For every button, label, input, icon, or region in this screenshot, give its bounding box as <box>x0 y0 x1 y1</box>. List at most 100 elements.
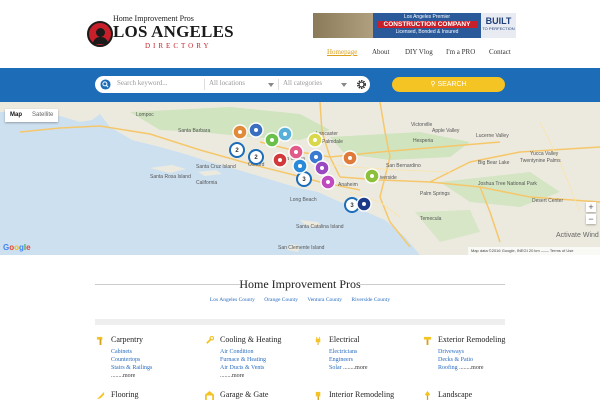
hammer-icon <box>96 336 103 345</box>
category-garage-gate: Garage & Gate <box>205 390 310 400</box>
svg-text:San Clemente Island: San Clemente Island <box>278 245 325 251</box>
svg-text:Temecula: Temecula <box>420 216 442 222</box>
category-link[interactable]: Furnace & Heating <box>220 356 310 364</box>
svg-text:California: California <box>196 180 217 186</box>
map-canvas: Lompoc Santa Barbara Lancaster Palmdale … <box>0 102 600 255</box>
category-chevron-down-icon <box>341 83 347 87</box>
category-electrical: Electrical Electricians Engineers Solar … <box>314 335 419 372</box>
ad-line-2: CONSTRUCTION COMPANY <box>377 21 477 28</box>
svg-text:Lucerne Valley: Lucerne Valley <box>476 133 509 139</box>
category-title[interactable]: Landscape <box>438 390 472 399</box>
zoom-out-button[interactable]: − <box>586 214 596 224</box>
divider <box>204 79 205 90</box>
category-interior-remodeling: Interior Remodeling <box>314 390 419 400</box>
location-chevron-down-icon <box>268 83 274 87</box>
main-nav: Homepage About DIY Vlog I'm a PRO Contac… <box>0 48 600 58</box>
county-links: Los Angeles County Orange County Ventura… <box>0 297 600 303</box>
ad-photo <box>313 13 373 38</box>
nav-about[interactable]: About <box>372 48 390 56</box>
svg-text:Santa Rosa Island: Santa Rosa Island <box>150 174 191 180</box>
section-title: Home Improvement Pros <box>239 277 361 291</box>
category-link[interactable]: Decks & Patio <box>438 356 528 364</box>
map[interactable]: Lompoc Santa Barbara Lancaster Palmdale … <box>0 102 600 255</box>
category-link[interactable]: Stairs & Railings <box>111 364 201 372</box>
map-type-satellite[interactable]: Satellite <box>27 109 58 122</box>
county-link-riverside[interactable]: Riverside County <box>351 297 390 303</box>
logo-badge-icon <box>87 21 113 47</box>
category-title[interactable]: Electrical <box>329 335 360 344</box>
nav-homepage[interactable]: Homepage <box>327 48 357 56</box>
category-link[interactable]: Roofing <box>438 365 458 371</box>
search-bar: Search keyword... All locations All cate… <box>0 68 600 102</box>
svg-text:Joshua Tree National Park: Joshua Tree National Park <box>478 181 537 187</box>
category-link[interactable]: Electricians <box>329 348 419 356</box>
svg-text:Twentynine Palms: Twentynine Palms <box>520 158 561 164</box>
ad-brand-name: BUILT <box>485 16 512 26</box>
svg-text:Lompoc: Lompoc <box>136 112 154 118</box>
wrench-icon <box>206 336 214 344</box>
svg-text:Apple Valley: Apple Valley <box>432 128 460 134</box>
category-link[interactable]: Driveways <box>438 348 528 356</box>
ad-line-3: Licensed, Bonded & Insured <box>395 29 459 35</box>
svg-text:Palm Springs: Palm Springs <box>420 191 450 197</box>
svg-text:Santa Catalina Island: Santa Catalina Island <box>296 224 344 230</box>
category-more-link[interactable]: ........more <box>343 365 367 371</box>
category-title[interactable]: Flooring <box>111 390 139 399</box>
map-type-map[interactable]: Map <box>5 109 27 122</box>
logo-title: LOS ANGELES <box>113 22 234 41</box>
search-button[interactable]: ⚲ SEARCH <box>392 77 505 92</box>
nav-diy-vlog[interactable]: DIY Vlog <box>405 48 433 56</box>
category-more-link[interactable]: ........more <box>111 372 201 380</box>
paint-icon <box>315 391 321 400</box>
svg-text:Palmdale: Palmdale <box>322 139 343 145</box>
map-attribution[interactable]: Map data ©2016 Google, INEGI 20 km —— Te… <box>468 247 600 255</box>
search-button-label: SEARCH <box>437 81 467 88</box>
category-link[interactable]: Cabinets <box>111 348 201 356</box>
ad-brand-sub: TO PERFECTION <box>482 26 515 31</box>
svg-text:Hesperia: Hesperia <box>413 138 433 144</box>
category-link[interactable]: Solar <box>329 365 342 371</box>
ad-brand: BUILT TO PERFECTION <box>481 13 516 38</box>
category-more-link[interactable]: ........more <box>220 372 310 380</box>
ad-banner[interactable]: Los Angeles Premier CONSTRUCTION COMPANY… <box>313 13 516 38</box>
category-more-link[interactable]: ........more <box>459 365 483 371</box>
gear-icon[interactable] <box>356 79 367 90</box>
ad-line-1: Los Angeles Premier <box>403 14 451 20</box>
location-select[interactable]: All locations <box>209 79 245 87</box>
garage-icon <box>205 391 214 400</box>
plug-icon <box>315 336 321 345</box>
section-divider <box>95 319 505 325</box>
category-carpentry: Carpentry Cabinets Countertops Stairs & … <box>96 335 201 380</box>
nav-im-a-pro[interactable]: I'm a PRO <box>446 48 475 56</box>
nav-contact[interactable]: Contact <box>489 48 511 56</box>
county-link-los-angeles[interactable]: Los Angeles County <box>210 297 255 303</box>
category-link-row: Roofing ........more <box>438 364 528 372</box>
category-select[interactable]: All categories <box>283 79 322 87</box>
category-title[interactable]: Exterior Remodeling <box>438 335 505 344</box>
zoom-in-button[interactable]: + <box>586 202 596 212</box>
category-flooring: Flooring <box>96 390 201 400</box>
category-link[interactable]: Air Ducts & Vents <box>220 364 310 372</box>
svg-text:Yucca Valley: Yucca Valley <box>530 151 559 157</box>
category-title[interactable]: Interior Remodeling <box>329 390 394 399</box>
google-logo: Google <box>3 243 31 252</box>
activate-notice: Activate Wind <box>556 232 599 239</box>
brush-icon <box>423 336 432 345</box>
category-link[interactable]: Engineers <box>329 356 419 364</box>
county-link-orange[interactable]: Orange County <box>264 297 298 303</box>
svg-text:Anaheim: Anaheim <box>338 182 358 188</box>
svg-text:Santa Barbara: Santa Barbara <box>178 128 210 134</box>
search-icon <box>100 79 111 90</box>
keyword-input[interactable]: Search keyword... <box>117 79 168 87</box>
category-title[interactable]: Garage & Gate <box>220 390 268 399</box>
shovel-icon <box>424 391 431 400</box>
svg-text:Desert Center: Desert Center <box>532 198 563 204</box>
category-link[interactable]: Air Condition <box>220 348 310 356</box>
county-link-ventura[interactable]: Ventura County <box>307 297 342 303</box>
category-link-row: Solar ........more <box>329 364 419 372</box>
category-link[interactable]: Countertops <box>111 356 201 364</box>
page: Home Improvement Pros LOS ANGELES DIRECT… <box>0 0 600 400</box>
category-title[interactable]: Cooling & Heating <box>220 335 281 344</box>
category-title[interactable]: Carpentry <box>111 335 143 344</box>
category-exterior-remodeling: Exterior Remodeling Driveways Decks & Pa… <box>423 335 528 372</box>
